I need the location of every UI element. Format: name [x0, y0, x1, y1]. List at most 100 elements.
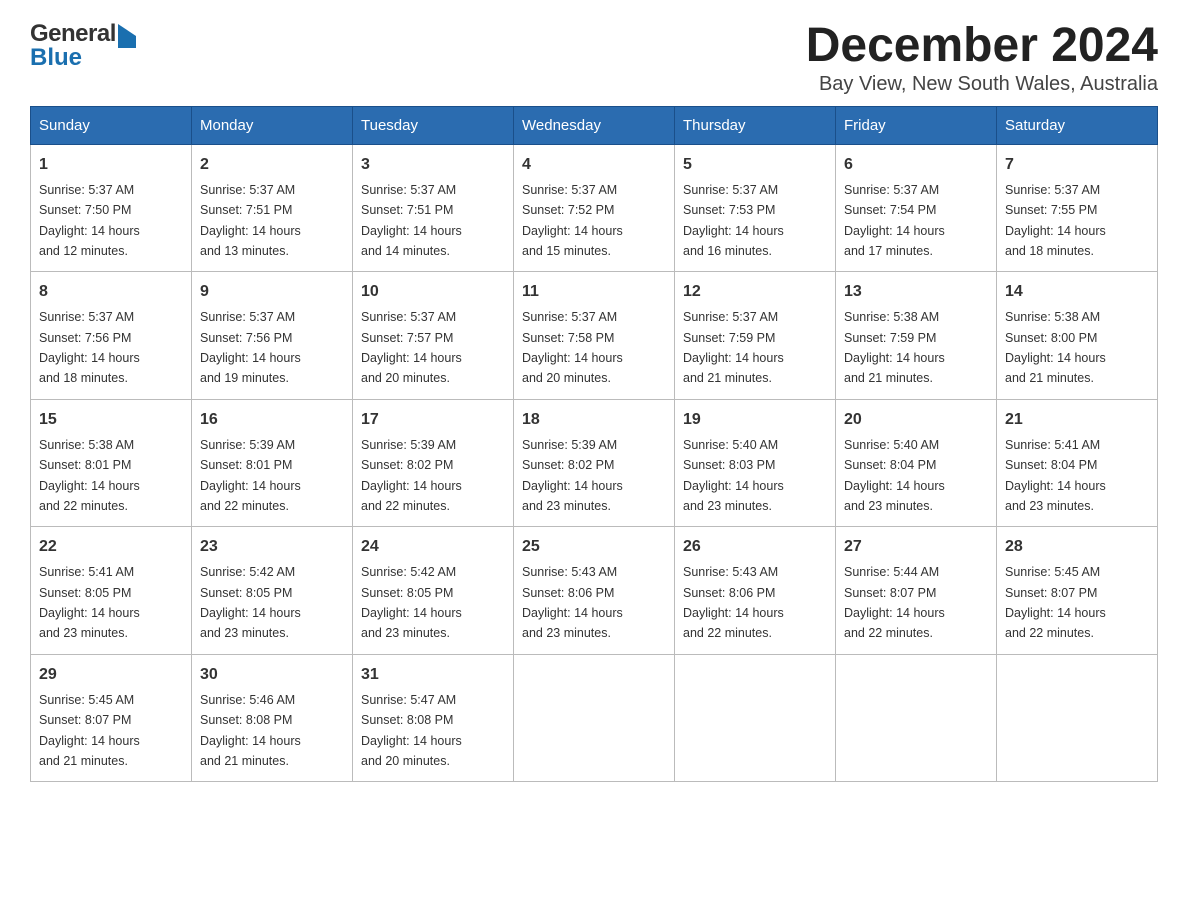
day-info: Sunrise: 5:45 AMSunset: 8:07 PMDaylight:…	[39, 693, 140, 768]
logo: General Blue	[30, 20, 136, 72]
table-row: 1 Sunrise: 5:37 AMSunset: 7:50 PMDayligh…	[31, 144, 192, 272]
header-tuesday: Tuesday	[353, 106, 514, 144]
day-info: Sunrise: 5:44 AMSunset: 8:07 PMDaylight:…	[844, 565, 945, 640]
calendar-header-row: Sunday Monday Tuesday Wednesday Thursday…	[31, 106, 1158, 144]
day-info: Sunrise: 5:37 AMSunset: 7:53 PMDaylight:…	[683, 183, 784, 258]
table-row	[514, 654, 675, 782]
calendar-subtitle: Bay View, New South Wales, Australia	[806, 73, 1158, 96]
calendar-week-row: 29 Sunrise: 5:45 AMSunset: 8:07 PMDaylig…	[31, 654, 1158, 782]
day-info: Sunrise: 5:37 AMSunset: 7:51 PMDaylight:…	[361, 183, 462, 258]
table-row	[997, 654, 1158, 782]
title-section: December 2024 Bay View, New South Wales,…	[806, 20, 1158, 96]
table-row: 19 Sunrise: 5:40 AMSunset: 8:03 PMDaylig…	[675, 399, 836, 527]
day-info: Sunrise: 5:43 AMSunset: 8:06 PMDaylight:…	[522, 565, 623, 640]
table-row: 2 Sunrise: 5:37 AMSunset: 7:51 PMDayligh…	[192, 144, 353, 272]
day-number: 21	[1005, 408, 1149, 432]
table-row: 29 Sunrise: 5:45 AMSunset: 8:07 PMDaylig…	[31, 654, 192, 782]
calendar-title: December 2024	[806, 20, 1158, 73]
day-number: 7	[1005, 153, 1149, 177]
table-row: 15 Sunrise: 5:38 AMSunset: 8:01 PMDaylig…	[31, 399, 192, 527]
table-row: 11 Sunrise: 5:37 AMSunset: 7:58 PMDaylig…	[514, 272, 675, 400]
day-number: 28	[1005, 535, 1149, 559]
day-info: Sunrise: 5:38 AMSunset: 8:00 PMDaylight:…	[1005, 310, 1106, 385]
day-number: 3	[361, 153, 505, 177]
day-info: Sunrise: 5:37 AMSunset: 7:56 PMDaylight:…	[200, 310, 301, 385]
logo-blue-text: Blue	[30, 44, 82, 72]
day-number: 22	[39, 535, 183, 559]
day-number: 8	[39, 280, 183, 304]
day-number: 27	[844, 535, 988, 559]
day-number: 23	[200, 535, 344, 559]
day-number: 26	[683, 535, 827, 559]
day-number: 16	[200, 408, 344, 432]
day-number: 25	[522, 535, 666, 559]
table-row: 30 Sunrise: 5:46 AMSunset: 8:08 PMDaylig…	[192, 654, 353, 782]
table-row: 8 Sunrise: 5:37 AMSunset: 7:56 PMDayligh…	[31, 272, 192, 400]
header-saturday: Saturday	[997, 106, 1158, 144]
day-number: 5	[683, 153, 827, 177]
day-number: 6	[844, 153, 988, 177]
header-friday: Friday	[836, 106, 997, 144]
day-number: 9	[200, 280, 344, 304]
day-info: Sunrise: 5:37 AMSunset: 7:51 PMDaylight:…	[200, 183, 301, 258]
header-monday: Monday	[192, 106, 353, 144]
day-info: Sunrise: 5:37 AMSunset: 7:54 PMDaylight:…	[844, 183, 945, 258]
table-row: 5 Sunrise: 5:37 AMSunset: 7:53 PMDayligh…	[675, 144, 836, 272]
calendar-table: Sunday Monday Tuesday Wednesday Thursday…	[30, 106, 1158, 783]
page-header: General Blue December 2024 Bay View, New…	[30, 20, 1158, 96]
table-row: 7 Sunrise: 5:37 AMSunset: 7:55 PMDayligh…	[997, 144, 1158, 272]
table-row: 9 Sunrise: 5:37 AMSunset: 7:56 PMDayligh…	[192, 272, 353, 400]
table-row: 21 Sunrise: 5:41 AMSunset: 8:04 PMDaylig…	[997, 399, 1158, 527]
day-info: Sunrise: 5:40 AMSunset: 8:03 PMDaylight:…	[683, 438, 784, 513]
day-info: Sunrise: 5:38 AMSunset: 8:01 PMDaylight:…	[39, 438, 140, 513]
day-info: Sunrise: 5:37 AMSunset: 7:50 PMDaylight:…	[39, 183, 140, 258]
table-row: 10 Sunrise: 5:37 AMSunset: 7:57 PMDaylig…	[353, 272, 514, 400]
table-row: 17 Sunrise: 5:39 AMSunset: 8:02 PMDaylig…	[353, 399, 514, 527]
day-number: 19	[683, 408, 827, 432]
table-row: 13 Sunrise: 5:38 AMSunset: 7:59 PMDaylig…	[836, 272, 997, 400]
table-row: 3 Sunrise: 5:37 AMSunset: 7:51 PMDayligh…	[353, 144, 514, 272]
day-number: 14	[1005, 280, 1149, 304]
day-info: Sunrise: 5:41 AMSunset: 8:04 PMDaylight:…	[1005, 438, 1106, 513]
day-info: Sunrise: 5:42 AMSunset: 8:05 PMDaylight:…	[361, 565, 462, 640]
day-number: 12	[683, 280, 827, 304]
calendar-week-row: 15 Sunrise: 5:38 AMSunset: 8:01 PMDaylig…	[31, 399, 1158, 527]
calendar-week-row: 8 Sunrise: 5:37 AMSunset: 7:56 PMDayligh…	[31, 272, 1158, 400]
day-info: Sunrise: 5:37 AMSunset: 7:59 PMDaylight:…	[683, 310, 784, 385]
table-row	[675, 654, 836, 782]
table-row: 26 Sunrise: 5:43 AMSunset: 8:06 PMDaylig…	[675, 527, 836, 655]
day-number: 18	[522, 408, 666, 432]
day-number: 24	[361, 535, 505, 559]
table-row: 24 Sunrise: 5:42 AMSunset: 8:05 PMDaylig…	[353, 527, 514, 655]
day-info: Sunrise: 5:37 AMSunset: 7:57 PMDaylight:…	[361, 310, 462, 385]
day-info: Sunrise: 5:37 AMSunset: 7:55 PMDaylight:…	[1005, 183, 1106, 258]
day-info: Sunrise: 5:39 AMSunset: 8:01 PMDaylight:…	[200, 438, 301, 513]
day-info: Sunrise: 5:38 AMSunset: 7:59 PMDaylight:…	[844, 310, 945, 385]
table-row: 20 Sunrise: 5:40 AMSunset: 8:04 PMDaylig…	[836, 399, 997, 527]
table-row: 16 Sunrise: 5:39 AMSunset: 8:01 PMDaylig…	[192, 399, 353, 527]
day-number: 4	[522, 153, 666, 177]
table-row: 4 Sunrise: 5:37 AMSunset: 7:52 PMDayligh…	[514, 144, 675, 272]
header-sunday: Sunday	[31, 106, 192, 144]
day-info: Sunrise: 5:37 AMSunset: 7:56 PMDaylight:…	[39, 310, 140, 385]
day-number: 29	[39, 663, 183, 687]
calendar-week-row: 22 Sunrise: 5:41 AMSunset: 8:05 PMDaylig…	[31, 527, 1158, 655]
table-row	[836, 654, 997, 782]
table-row: 27 Sunrise: 5:44 AMSunset: 8:07 PMDaylig…	[836, 527, 997, 655]
day-number: 20	[844, 408, 988, 432]
day-number: 1	[39, 153, 183, 177]
table-row: 28 Sunrise: 5:45 AMSunset: 8:07 PMDaylig…	[997, 527, 1158, 655]
day-number: 11	[522, 280, 666, 304]
day-info: Sunrise: 5:37 AMSunset: 7:52 PMDaylight:…	[522, 183, 623, 258]
header-wednesday: Wednesday	[514, 106, 675, 144]
table-row: 12 Sunrise: 5:37 AMSunset: 7:59 PMDaylig…	[675, 272, 836, 400]
day-info: Sunrise: 5:43 AMSunset: 8:06 PMDaylight:…	[683, 565, 784, 640]
day-number: 10	[361, 280, 505, 304]
table-row: 23 Sunrise: 5:42 AMSunset: 8:05 PMDaylig…	[192, 527, 353, 655]
day-info: Sunrise: 5:45 AMSunset: 8:07 PMDaylight:…	[1005, 565, 1106, 640]
day-info: Sunrise: 5:47 AMSunset: 8:08 PMDaylight:…	[361, 693, 462, 768]
day-info: Sunrise: 5:41 AMSunset: 8:05 PMDaylight:…	[39, 565, 140, 640]
header-thursday: Thursday	[675, 106, 836, 144]
table-row: 14 Sunrise: 5:38 AMSunset: 8:00 PMDaylig…	[997, 272, 1158, 400]
table-row: 18 Sunrise: 5:39 AMSunset: 8:02 PMDaylig…	[514, 399, 675, 527]
